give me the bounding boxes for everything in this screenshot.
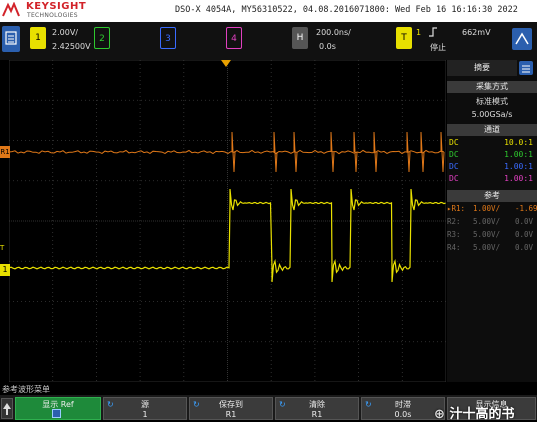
trigger-position-icon bbox=[221, 60, 231, 67]
waveform-display[interactable] bbox=[9, 60, 446, 382]
softkey-menu-title: 参考波形菜单 bbox=[0, 383, 537, 395]
softkey-menu-title-text: 参考波形菜单 bbox=[2, 385, 50, 394]
channel-probe-row: DC 10.0:1 bbox=[449, 138, 535, 147]
channel-probe-row: DC 1.00:1 bbox=[449, 150, 535, 159]
acquisition-state: 停止 bbox=[430, 43, 446, 52]
reference-scale: 1.00V/ bbox=[473, 204, 501, 213]
menu-button[interactable] bbox=[2, 26, 20, 52]
device-info: DSO-X 4054A, MY56310522, 04.08.201607180… bbox=[175, 5, 518, 15]
trigger-slope-icon bbox=[515, 32, 529, 45]
knob-icon: ↻ bbox=[107, 400, 114, 409]
probe-ratio: 1.00:1 bbox=[504, 150, 533, 159]
menu-icon bbox=[5, 31, 17, 45]
trigger-button[interactable]: T bbox=[396, 27, 412, 49]
knob-icon: ↻ bbox=[193, 400, 200, 409]
softkey-save-to-label: 保存到 bbox=[219, 400, 243, 409]
top-header: KEYSIGHT TECHNOLOGIES DSO-X 4054A, MY563… bbox=[0, 0, 537, 22]
reference-offset: 0.0V bbox=[515, 217, 534, 226]
knob-icon: ↻ bbox=[279, 400, 286, 409]
brand-name: KEYSIGHT bbox=[26, 1, 87, 12]
ref-marker: R1 bbox=[0, 146, 10, 158]
horizontal-delay: 0.0s bbox=[319, 42, 336, 51]
reference-name: ▸R1: bbox=[447, 204, 466, 213]
channels-header: 通道 bbox=[447, 124, 537, 136]
channel-1-offset: 2.42500V bbox=[52, 42, 91, 51]
reference-offset: 0.0V bbox=[515, 243, 534, 252]
side-panel: 摘要 采集方式 标准模式 5.00GSa/s 通道 DC 10.0:1 DC 1.00… bbox=[447, 60, 537, 382]
softkey-source[interactable]: ↻ 源 1 bbox=[103, 397, 187, 420]
softkey-display-ref[interactable]: 显示 Ref bbox=[15, 397, 101, 420]
softkey-clear-value: R1 bbox=[311, 410, 323, 419]
softkey-save-to[interactable]: ↻ 保存到 R1 bbox=[189, 397, 273, 420]
channel-2-button[interactable]: 2 bbox=[94, 27, 110, 49]
channel-probe-row: DC 1.00:1 bbox=[449, 162, 535, 171]
trigger-source: 1 bbox=[416, 28, 422, 37]
channel-coupling: DC bbox=[449, 162, 459, 171]
softkey-skew-value: 0.0s bbox=[394, 410, 412, 419]
channel-bar: 1 2.00V/ 2.42500V 2 3 4 H 200.0ns/ 0.0s … bbox=[0, 22, 537, 60]
reference-name: R4: bbox=[447, 243, 461, 252]
channel-coupling: DC bbox=[449, 138, 459, 147]
trigger-level-marker: T bbox=[0, 244, 5, 252]
softkey-skew[interactable]: ↻ 时滞 0.0s bbox=[361, 397, 445, 420]
softkey-save-to-value: R1 bbox=[225, 410, 237, 419]
softkey-skew-label: 时滞 bbox=[395, 400, 411, 409]
trigger-level: 662mV bbox=[462, 28, 491, 37]
knob-icon: ↻ bbox=[365, 400, 372, 409]
reference-header: 参考 bbox=[447, 190, 537, 202]
watermark: ⊕ 汁十高的书 bbox=[434, 403, 514, 422]
reference-offset: -1.69V bbox=[515, 204, 537, 213]
summary-tab[interactable]: 摘要 bbox=[447, 60, 517, 76]
reference-offset: 0.0V bbox=[515, 230, 534, 239]
channel-4-button[interactable]: 4 bbox=[226, 27, 242, 49]
acquisition-mode: 标准模式 bbox=[476, 97, 508, 106]
channel-coupling: DC bbox=[449, 174, 459, 183]
reference-name: R2: bbox=[447, 217, 461, 226]
softkey-clear-label: 清除 bbox=[309, 400, 325, 409]
channel-1-scale: 2.00V/ bbox=[52, 28, 78, 37]
toggle-on-icon bbox=[52, 409, 61, 418]
brand-subtitle: TECHNOLOGIES bbox=[27, 12, 78, 19]
softkey-source-label: 源 bbox=[141, 400, 149, 409]
probe-ratio: 10.0:1 bbox=[504, 138, 533, 147]
probe-ratio: 1.00:1 bbox=[504, 174, 533, 183]
softkey-clear[interactable]: ↻ 清除 R1 bbox=[275, 397, 359, 420]
channel-1-button[interactable]: 1 bbox=[30, 27, 46, 49]
ref-waveform-r1 bbox=[9, 131, 445, 173]
reference-scale: 5.00V/ bbox=[473, 243, 501, 252]
keysight-logo-icon bbox=[2, 2, 20, 17]
channel-coupling: DC bbox=[449, 150, 459, 159]
trigger-slope-button[interactable] bbox=[512, 28, 532, 50]
up-arrow-icon bbox=[3, 403, 11, 415]
horizontal-button[interactable]: H bbox=[292, 27, 308, 49]
softkey-source-value: 1 bbox=[142, 410, 148, 419]
reference-name: R3: bbox=[447, 230, 461, 239]
graticule bbox=[9, 60, 446, 382]
sample-rate: 5.00GSa/s bbox=[471, 110, 513, 119]
probe-ratio: 1.00:1 bbox=[504, 162, 533, 171]
channel-3-button[interactable]: 3 bbox=[160, 27, 176, 49]
back-button[interactable] bbox=[1, 398, 13, 419]
channel-probe-row: DC 1.00:1 bbox=[449, 174, 535, 183]
panel-menu-icon bbox=[522, 65, 530, 73]
timebase: 200.0ns/ bbox=[316, 28, 351, 37]
trigger-edge-icon bbox=[429, 27, 437, 37]
acquisition-header: 采集方式 bbox=[447, 81, 537, 93]
reference-scale: 5.00V/ bbox=[473, 217, 501, 226]
channel-1-ground-marker: 1 bbox=[0, 264, 10, 276]
panel-menu-button[interactable] bbox=[519, 61, 533, 75]
reference-scale: 5.00V/ bbox=[473, 230, 501, 239]
